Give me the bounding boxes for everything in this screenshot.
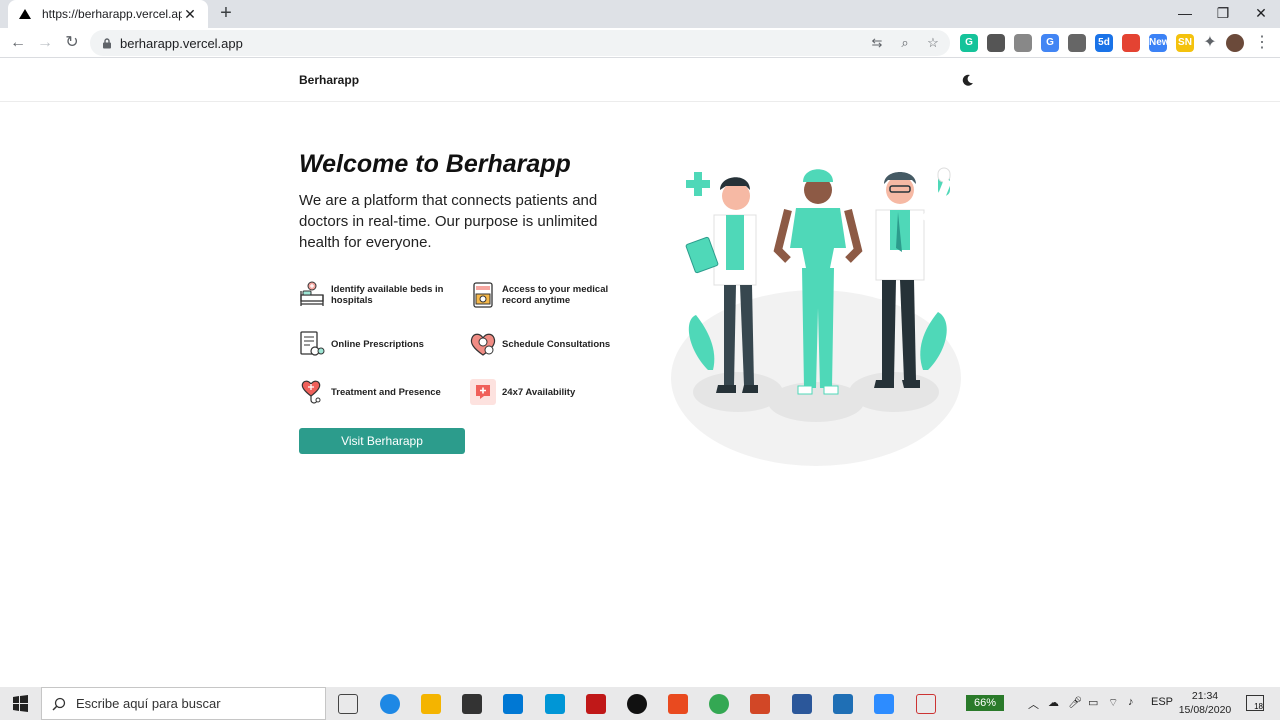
mcafee-icon[interactable] — [586, 694, 606, 714]
feature-consultations: Schedule Consultations — [469, 330, 624, 358]
onedrive-icon[interactable]: ☁ — [1048, 696, 1059, 709]
feature-label: Access to your medical record anytime — [502, 284, 609, 306]
xbox-icon[interactable] — [627, 694, 647, 714]
bookmark-star-icon[interactable]: ☆ — [924, 34, 942, 52]
feature-beds: Identify available beds in hospitals — [298, 281, 453, 309]
photos-icon[interactable] — [833, 694, 853, 714]
microphone-icon[interactable]: 🎤︎ — [1068, 696, 1082, 709]
task-view-icon[interactable] — [338, 694, 358, 714]
todoist-extension-icon[interactable] — [1122, 34, 1140, 52]
first-aid-chat-icon — [470, 379, 496, 405]
medical-record-icon — [473, 282, 493, 308]
file-explorer-icon[interactable] — [421, 694, 441, 714]
battery-icon[interactable]: ▭ — [1088, 696, 1098, 709]
reload-button[interactable]: ↻ — [62, 33, 82, 53]
office-icon[interactable] — [668, 694, 688, 714]
hero-title: Welcome to Berharapp — [299, 150, 571, 178]
dark-mode-moon-icon[interactable] — [961, 73, 975, 87]
windows-taskbar: Escribe aquí para buscar 66% ︿ ☁ 🎤︎ ▭ ⌔ … — [0, 687, 1280, 720]
feature-medical-record: Access to your medical record anytime — [469, 281, 624, 309]
feature-label: Online Prescriptions — [331, 338, 424, 350]
prescription-icon — [300, 331, 325, 356]
extension-icon-5[interactable] — [1068, 34, 1086, 52]
notification-count: 18 — [1254, 702, 1263, 711]
feature-label: Schedule Consultations — [502, 338, 611, 350]
search-icon — [52, 697, 66, 711]
word-icon[interactable] — [792, 694, 812, 714]
zoom-icon[interactable]: ⌕ — [896, 34, 914, 52]
translate-extension-icon[interactable]: G — [1041, 34, 1059, 52]
powerpoint-icon[interactable] — [750, 694, 770, 714]
hero-subtitle: We are a platform that connects patients… — [299, 192, 598, 251]
search-placeholder: Escribe aquí para buscar — [76, 696, 221, 711]
windows-start-icon[interactable] — [0, 687, 40, 720]
wifi-icon[interactable]: ⌔ — [1108, 696, 1118, 710]
close-window-button[interactable]: ✕ — [1242, 0, 1280, 28]
l-app-icon[interactable] — [545, 694, 565, 714]
snip-tool-icon[interactable] — [916, 694, 936, 714]
browser-tab-strip: https://berharapp.vercel.app ✕ + — ❐ ✕ — [0, 0, 1280, 28]
clock-date: 15/08/2020 — [1178, 704, 1232, 716]
doctors-illustration — [671, 167, 961, 466]
taskbar-search-box[interactable]: Escribe aquí para buscar — [41, 687, 326, 720]
mail-icon[interactable] — [503, 694, 523, 714]
site-header: Berharapp — [0, 59, 1280, 102]
maximize-button[interactable]: ❐ — [1204, 0, 1242, 28]
browser-tab[interactable]: https://berharapp.vercel.app ✕ — [8, 0, 208, 28]
notifications-icon[interactable]: 18 — [1246, 695, 1264, 711]
feature-label: 24x7 Availability — [502, 386, 576, 398]
microsoft-store-icon[interactable] — [462, 694, 482, 714]
visit-berharapp-button[interactable]: Visit Berharapp — [299, 428, 465, 454]
tab-close-icon[interactable]: ✕ — [182, 6, 198, 23]
translate-icon[interactable]: ⇆ — [868, 34, 886, 52]
language-indicator[interactable]: ESP — [1151, 696, 1173, 708]
address-bar-url: berharapp.vercel.app — [120, 35, 243, 51]
profile-avatar[interactable] — [1226, 34, 1244, 52]
tab-title: https://berharapp.vercel.app — [42, 7, 182, 21]
zoom-app-icon[interactable] — [874, 694, 894, 714]
battery-indicator[interactable]: 66% — [966, 695, 1004, 711]
extension-icon-3[interactable] — [1014, 34, 1032, 52]
grammarly-extension-icon[interactable]: G — [960, 34, 978, 52]
hospital-bed-icon — [300, 281, 324, 306]
feature-treatment: Treatment and Presence — [298, 378, 453, 406]
minimize-button[interactable]: — — [1166, 0, 1204, 28]
sn-extension-icon[interactable]: SN — [1176, 34, 1194, 52]
clock-time: 21:34 — [1191, 690, 1219, 702]
system-clock[interactable]: 21:34 15/08/2020 — [1172, 689, 1238, 717]
back-button[interactable]: ← — [8, 33, 28, 53]
feature-prescriptions: Online Prescriptions — [298, 330, 453, 358]
heart-stethoscope-icon — [301, 380, 321, 404]
browser-menu-icon[interactable]: ⋮ — [1252, 33, 1272, 53]
extensions-puzzle-icon[interactable]: ✦ — [1200, 33, 1220, 53]
new-tab-button[interactable]: + — [216, 3, 236, 25]
extension-icon-2[interactable] — [987, 34, 1005, 52]
vercel-favicon-icon — [19, 9, 31, 19]
consultation-icon — [470, 333, 496, 356]
feature-label: Identify available beds in hospitals — [331, 284, 444, 306]
address-bar[interactable]: berharapp.vercel.app ⇆ ⌕ ☆ — [90, 30, 950, 56]
new-extension-icon[interactable]: New — [1149, 34, 1170, 52]
browser-toolbar: ← → ↻ berharapp.vercel.app ⇆ ⌕ ☆ — [0, 28, 1280, 58]
show-hidden-icons[interactable]: ︿ — [1028, 696, 1039, 712]
feature-label: Treatment and Presence — [331, 386, 441, 398]
forward-button[interactable]: → — [35, 33, 55, 53]
feature-availability: 24x7 Availability — [469, 378, 624, 406]
edge-icon[interactable] — [380, 694, 400, 714]
extension-icon-6[interactable]: 5d — [1095, 34, 1113, 52]
lock-icon — [103, 37, 111, 48]
volume-icon[interactable]: ♪ — [1128, 696, 1134, 708]
site-brand[interactable]: Berharapp — [299, 73, 359, 87]
chrome-icon[interactable] — [709, 694, 729, 714]
